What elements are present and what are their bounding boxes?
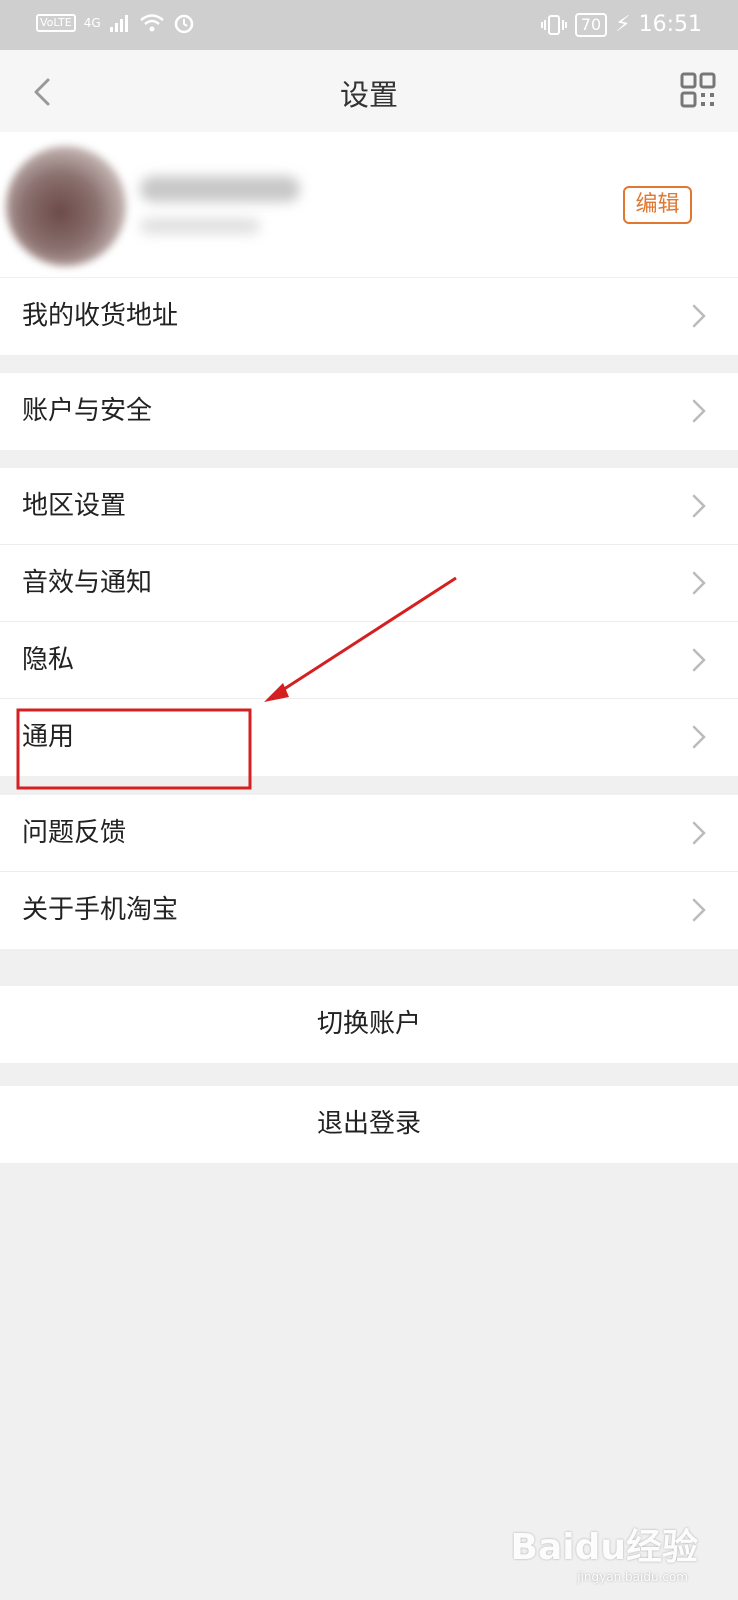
logout-label: 退出登录 [316, 1109, 421, 1139]
chevron-right-icon [692, 399, 706, 423]
menu-item-label: 我的收货地址 [22, 301, 179, 331]
chevron-right-icon [692, 571, 706, 595]
qr-code-icon [680, 72, 716, 108]
settings-group-about: 问题反馈 关于手机淘宝 [0, 795, 738, 949]
menu-item-privacy[interactable]: 隐私 [0, 622, 738, 699]
baidu-watermark: Baidu经验 [510, 1527, 698, 1568]
logout-button[interactable]: 退出登录 [0, 1086, 738, 1163]
chevron-right-icon [692, 648, 706, 672]
menu-item-label: 关于手机淘宝 [22, 895, 179, 925]
page-title: 设置 [339, 78, 398, 112]
logout-section: 退出登录 [0, 1086, 738, 1163]
status-bar: VoLTE 4G 70 ⚡ 16:51 [0, 0, 738, 50]
menu-item-label: 音效与通知 [22, 568, 153, 598]
menu-item-sound-notifications[interactable]: 音效与通知 [0, 545, 738, 622]
menu-item-shipping-address[interactable]: 我的收货地址 [0, 278, 738, 355]
baidu-watermark-url: jingyan.baidu.com [577, 1570, 688, 1584]
menu-item-region[interactable]: 地区设置 [0, 468, 738, 545]
alarm-icon [173, 12, 195, 34]
chevron-right-icon [692, 821, 706, 845]
settings-group-address: 我的收货地址 [0, 278, 738, 355]
menu-item-about-taobao[interactable]: 关于手机淘宝 [0, 872, 738, 949]
charging-icon: ⚡ [615, 12, 631, 37]
menu-item-label: 账户与安全 [22, 396, 153, 426]
battery-level: 70 [574, 12, 608, 37]
wifi-icon [139, 13, 165, 33]
menu-item-feedback[interactable]: 问题反馈 [0, 795, 738, 872]
status-left: VoLTE 4G [36, 12, 195, 34]
menu-item-label: 地区设置 [22, 491, 127, 521]
switch-account-section: 切换账户 [0, 986, 738, 1063]
chevron-right-icon [692, 898, 706, 922]
settings-group-account: 账户与安全 [0, 373, 738, 450]
status-right: 70 ⚡ 16:51 [540, 12, 702, 37]
settings-group-general: 地区设置 音效与通知 隐私 通用 [0, 468, 738, 776]
menu-item-label: 通用 [22, 722, 75, 752]
menu-item-general[interactable]: 通用 [0, 699, 738, 776]
username-blurred [140, 176, 300, 202]
edit-profile-button[interactable]: 编辑 [623, 186, 692, 224]
profile-card[interactable]: 编辑 [0, 132, 738, 277]
qr-code-button[interactable] [680, 72, 716, 108]
volte-badge: VoLTE [36, 14, 76, 32]
user-subtitle-blurred [140, 218, 260, 234]
chevron-right-icon [692, 494, 706, 518]
clock-time: 16:51 [638, 12, 702, 37]
menu-item-account-security[interactable]: 账户与安全 [0, 373, 738, 450]
network-type: 4G [83, 16, 101, 30]
chevron-right-icon [692, 725, 706, 749]
menu-item-label: 问题反馈 [22, 818, 127, 848]
switch-account-label: 切换账户 [316, 1009, 421, 1039]
chevron-right-icon [692, 304, 706, 328]
vibrate-icon [540, 14, 567, 36]
menu-item-label: 隐私 [22, 645, 75, 675]
switch-account-button[interactable]: 切换账户 [0, 986, 738, 1063]
signal-icon [109, 13, 131, 33]
nav-bar: 设置 [0, 50, 738, 132]
avatar [6, 146, 126, 266]
